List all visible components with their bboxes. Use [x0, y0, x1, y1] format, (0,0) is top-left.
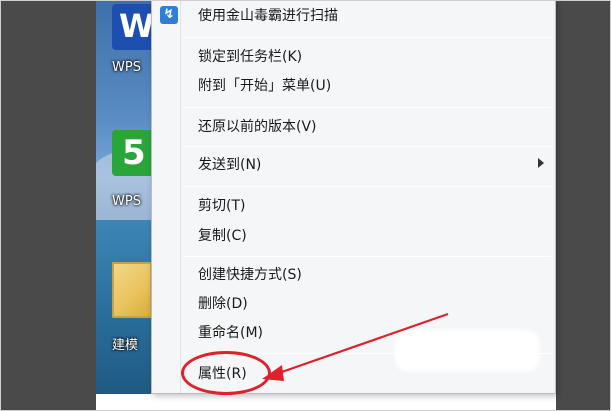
- menu-item-restore-versions[interactable]: 还原以前的版本(V): [198, 114, 317, 140]
- menu-separator: [184, 186, 551, 187]
- desktop-background: WPS WPS 建模: [96, 0, 156, 394]
- redaction-blur: [395, 330, 540, 372]
- desktop-icon-wps-writer[interactable]: WPS: [112, 4, 156, 75]
- wps-writer-icon: [112, 4, 156, 50]
- submenu-arrow-icon: [538, 158, 544, 168]
- desktop-icon-label: 建模: [112, 338, 139, 353]
- menu-separator: [184, 256, 551, 257]
- menu-separator: [184, 146, 551, 147]
- menu-item-copy[interactable]: 复制(C): [198, 223, 247, 249]
- left-backdrop: [0, 0, 96, 411]
- folder-icon: [112, 262, 152, 318]
- menu-icon-gutter: [180, 0, 181, 393]
- menu-item-rename[interactable]: 重命名(M): [198, 320, 263, 346]
- highlight-circle: [181, 351, 271, 395]
- menu-item-create-shortcut[interactable]: 创建快捷方式(S): [198, 262, 302, 288]
- menu-item-cut[interactable]: 剪切(T): [198, 193, 245, 219]
- menu-item-kingsoft-scan[interactable]: 使用金山毒霸进行扫描: [198, 3, 338, 29]
- menu-separator: [184, 107, 551, 108]
- menu-separator: [184, 37, 551, 38]
- menu-item-delete[interactable]: 删除(D): [198, 291, 248, 317]
- menu-item-send-to[interactable]: 发送到(N): [198, 152, 261, 178]
- desktop-icon-label: WPS: [112, 60, 141, 75]
- desktop-icon-label: WPS: [112, 194, 141, 209]
- desktop-icon-wps-spreadsheet[interactable]: WPS: [112, 130, 156, 209]
- kingsoft-antivirus-icon: ↯: [160, 6, 178, 24]
- right-backdrop: [556, 0, 611, 411]
- wps-spreadsheet-icon: [112, 130, 156, 176]
- screenshot-frame: WPS WPS 建模 ↯ 使用金山毒霸进行扫描 锁定到任务栏(K) 附到「开始」…: [0, 0, 611, 411]
- menu-item-pin-start[interactable]: 附到「开始」菜单(U): [198, 73, 331, 99]
- menu-item-pin-taskbar[interactable]: 锁定到任务栏(K): [198, 44, 302, 70]
- desktop-icon-folder[interactable]: 建模: [112, 262, 156, 353]
